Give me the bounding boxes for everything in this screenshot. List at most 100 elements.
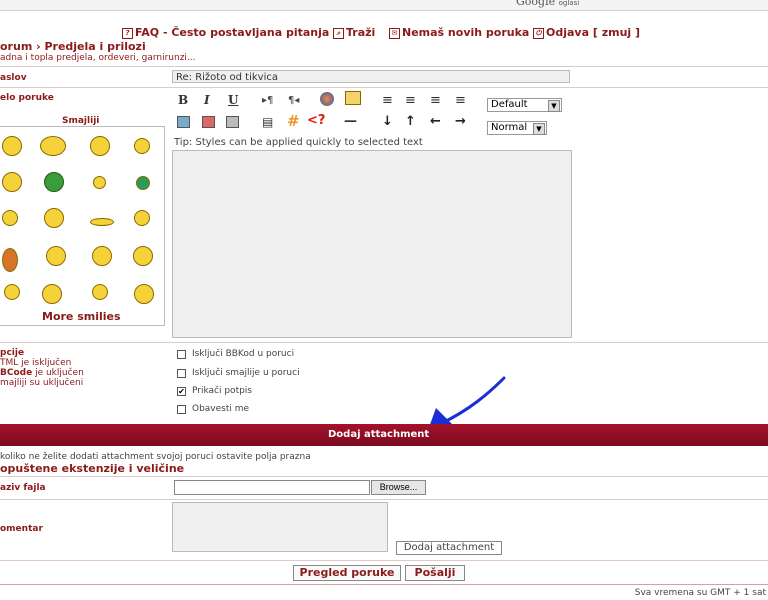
- smiley-icon[interactable]: [40, 136, 66, 156]
- body-label: elo poruke: [0, 93, 54, 103]
- php-code-icon[interactable]: <?: [307, 113, 325, 128]
- attachment-header-bar: Dodaj attachment: [0, 424, 768, 446]
- search-link[interactable]: ⌕ Traži: [333, 26, 375, 39]
- browse-button[interactable]: Browse...: [371, 480, 426, 495]
- arrow-right-icon[interactable]: →: [455, 114, 466, 129]
- subject-input[interactable]: Re: Rižoto od tikvica: [172, 70, 570, 83]
- divider: [0, 66, 768, 67]
- subject-label: aslov: [0, 73, 27, 83]
- smiley-icon[interactable]: [46, 246, 66, 266]
- divider: [0, 476, 768, 477]
- attachment-note: koliko ne želite dodati attachment svojo…: [0, 452, 311, 462]
- faq-link[interactable]: ? FAQ - Često postavljana pitanja: [122, 26, 329, 39]
- arrow-up-icon[interactable]: ↑: [405, 114, 416, 129]
- smiley-icon[interactable]: [134, 138, 150, 154]
- size-select-value: Normal: [491, 122, 528, 133]
- google-suffix: oglasi: [558, 0, 580, 7]
- align-left-icon[interactable]: ≡: [382, 93, 393, 108]
- smiley-icon[interactable]: [2, 172, 22, 192]
- smiley-icon[interactable]: [4, 284, 20, 300]
- align-center-icon[interactable]: ≡: [405, 93, 416, 108]
- timezone-footer: Sva vremena su GMT + 1 sat: [634, 588, 766, 598]
- arrow-left-icon[interactable]: ←: [430, 114, 441, 129]
- allowed-extensions-link[interactable]: opuštene ekstenzije i veličine: [0, 462, 184, 475]
- bbcode-status: BCode je uključen: [0, 368, 84, 378]
- arrow-down-icon[interactable]: ↓: [382, 114, 393, 129]
- smilies-status: majliji su uključeni: [0, 378, 84, 388]
- faq-label: FAQ - Često postavljana pitanja: [135, 26, 330, 39]
- flash-icon[interactable]: [202, 116, 215, 128]
- divider: [0, 342, 768, 343]
- breadcrumb[interactable]: orum › Predjela i prilozi: [0, 40, 146, 53]
- tip-text: Tip: Styles can be applied quickly to se…: [174, 137, 423, 148]
- font-select-value: Default: [491, 99, 528, 110]
- bbcode-word[interactable]: BCode: [0, 368, 32, 378]
- bold-button[interactable]: B: [178, 93, 188, 107]
- divider: [0, 584, 768, 585]
- smiley-icon[interactable]: [2, 210, 18, 226]
- forum-description: adna i topla predjela, ordeveri, garniru…: [0, 53, 196, 63]
- divider: [0, 499, 768, 500]
- smiley-icon[interactable]: [44, 208, 64, 228]
- smiley-icon[interactable]: [133, 246, 153, 266]
- rtl-icon[interactable]: ¶◂: [288, 95, 299, 106]
- preview-button[interactable]: Pregled poruke: [293, 565, 401, 581]
- justify-icon[interactable]: ≡: [455, 93, 466, 108]
- align-right-icon[interactable]: ≡: [430, 93, 441, 108]
- ltr-icon[interactable]: ▸¶: [262, 95, 273, 106]
- help-icon: ?: [122, 27, 133, 39]
- horizontal-rule-icon[interactable]: —: [344, 114, 357, 129]
- notify-me-label: Obavesti me: [192, 404, 250, 414]
- file-name-label: aziv fajla: [0, 483, 46, 493]
- smiley-icon[interactable]: [134, 210, 150, 226]
- size-select[interactable]: Normal ▼: [487, 121, 547, 135]
- smiley-icon[interactable]: [136, 176, 150, 190]
- smiley-icon[interactable]: [93, 176, 106, 189]
- comment-textarea[interactable]: [172, 502, 388, 552]
- google-ads-logo[interactable]: Google oglasi: [516, 0, 579, 8]
- underline-button[interactable]: U: [228, 93, 238, 107]
- smiley-icon[interactable]: [90, 218, 114, 226]
- smilies-title: Smajliji: [62, 116, 100, 126]
- italic-button[interactable]: I: [204, 93, 210, 107]
- messages-link[interactable]: ✉ Nemaš novih poruka: [389, 26, 529, 39]
- smiley-icon[interactable]: [92, 284, 108, 300]
- list-icon[interactable]: ▤: [262, 115, 273, 129]
- dropdown-arrow-icon: ▼: [533, 123, 545, 135]
- message-textarea[interactable]: [172, 150, 572, 338]
- google-text: Google: [516, 0, 556, 8]
- hash-code-icon[interactable]: #: [287, 112, 300, 130]
- image-icon[interactable]: [177, 116, 190, 128]
- notify-me-checkbox[interactable]: [177, 405, 186, 414]
- dropdown-arrow-icon: ▼: [548, 100, 560, 112]
- table-icon[interactable]: [226, 116, 239, 128]
- smiley-icon[interactable]: [42, 284, 62, 304]
- file-input[interactable]: [174, 480, 370, 495]
- logout-label: Odjava [ zmuj ]: [546, 26, 641, 39]
- upload-image-icon[interactable]: [345, 91, 361, 105]
- messages-label: Nemaš novih poruka: [402, 26, 530, 39]
- smiley-icon[interactable]: [2, 136, 22, 156]
- smiley-icon[interactable]: [2, 248, 18, 272]
- attachment-header-title: Dodaj attachment: [328, 429, 430, 440]
- logout-link[interactable]: ⏻ Odjava [ zmuj ]: [533, 26, 640, 39]
- font-select[interactable]: Default ▼: [487, 98, 562, 112]
- palette-icon[interactable]: [320, 92, 334, 106]
- divider: [0, 87, 768, 88]
- divider: [0, 560, 768, 561]
- search-icon: ⌕: [333, 27, 344, 39]
- send-button[interactable]: Pošalji: [405, 565, 465, 581]
- disable-smilies-checkbox[interactable]: [177, 369, 186, 378]
- disable-smilies-label: Isključi smajlije u poruci: [192, 368, 300, 378]
- disable-bbcode-checkbox[interactable]: [177, 350, 186, 359]
- smiley-icon[interactable]: [134, 284, 154, 304]
- smiley-icon[interactable]: [92, 246, 112, 266]
- add-attachment-button[interactable]: Dodaj attachment: [396, 541, 502, 555]
- more-smilies-link[interactable]: More smilies: [42, 310, 121, 323]
- attach-signature-checkbox[interactable]: ✔: [177, 387, 186, 396]
- attach-signature-label: Prikači potpis: [192, 386, 252, 396]
- smiley-icon[interactable]: [44, 172, 64, 192]
- smiley-icon[interactable]: [90, 136, 110, 156]
- disable-bbcode-label: Isključi BBKod u poruci: [192, 349, 295, 359]
- comment-label: omentar: [0, 524, 43, 534]
